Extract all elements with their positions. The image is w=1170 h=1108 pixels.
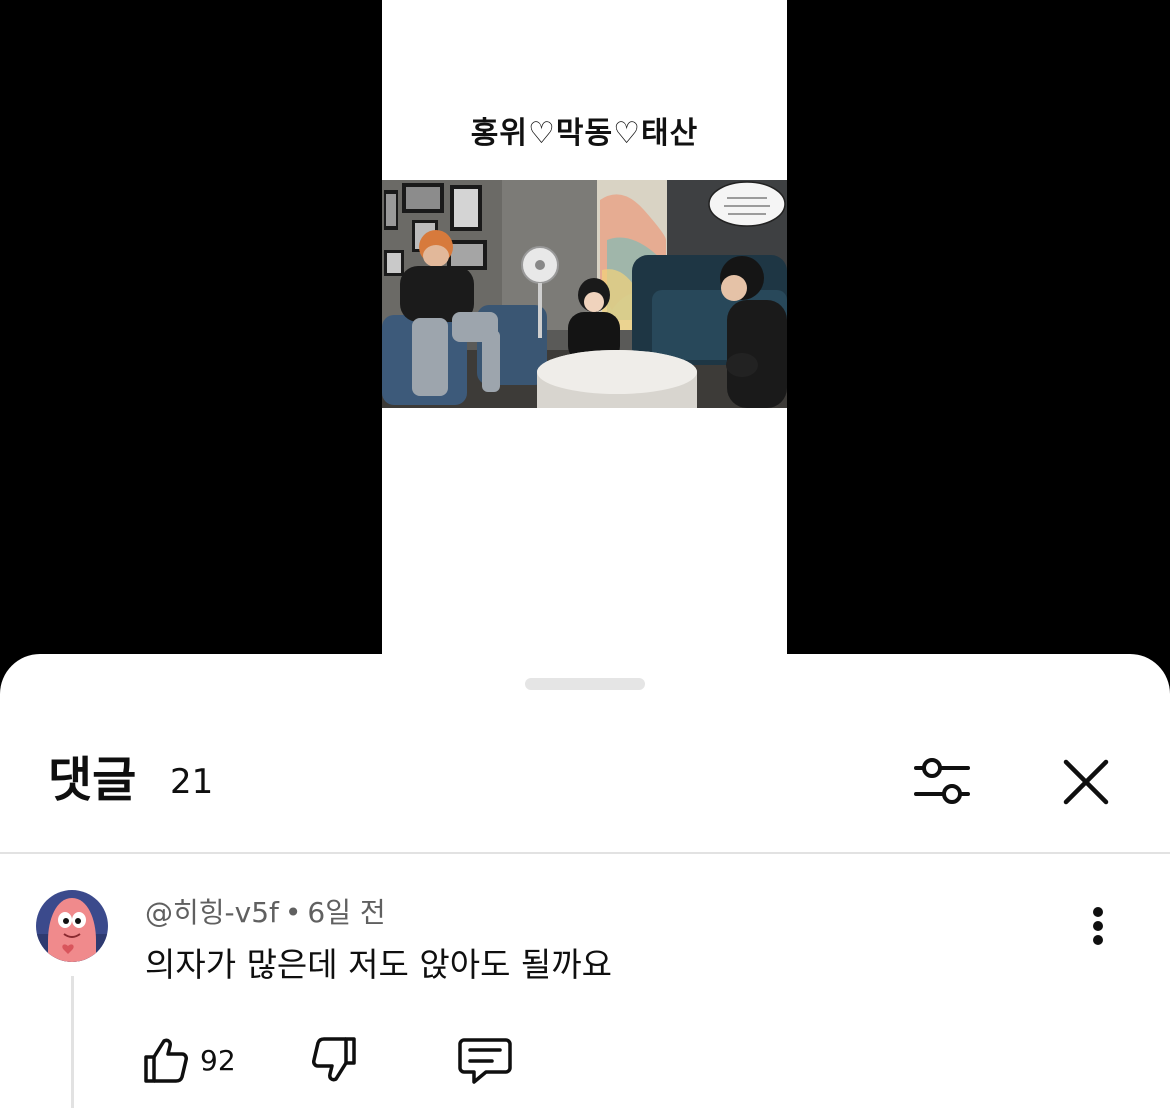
comments-count: 21 xyxy=(170,762,214,802)
like-button[interactable]: 92 xyxy=(140,1030,236,1090)
reply-comment-icon xyxy=(458,1038,512,1084)
like-count: 92 xyxy=(200,1043,236,1077)
comment-meta: @히힝-v5f • 6일 전 xyxy=(145,896,386,930)
close-icon xyxy=(1063,759,1109,805)
header-divider xyxy=(0,852,1170,854)
video-frame-image xyxy=(382,180,787,408)
comment-text: 의자가 많은데 저도 앉아도 될까요 xyxy=(145,945,612,984)
app-screen: 홍위♡막동♡태산 댓글 21 @히힝-v5f • 6일 전 의자가 많은데 저도… xyxy=(0,0,1170,1108)
thumbs-down-icon xyxy=(312,1037,356,1082)
more-options-button[interactable] xyxy=(1058,886,1138,966)
close-button[interactable] xyxy=(1046,742,1126,822)
meta-separator: • xyxy=(284,896,302,929)
video-player[interactable]: 홍위♡막동♡태산 xyxy=(382,0,787,660)
comment-time: 6일 전 xyxy=(307,896,386,929)
video-caption: 홍위♡막동♡태산 xyxy=(470,116,699,151)
sliders-icon xyxy=(914,758,970,804)
thread-line xyxy=(71,976,74,1108)
more-vertical-icon xyxy=(1093,907,1103,945)
filter-button[interactable] xyxy=(902,742,982,822)
comments-title: 댓글 xyxy=(48,752,137,808)
avatar[interactable] xyxy=(36,890,108,962)
reply-button[interactable] xyxy=(456,1030,514,1090)
thumbs-up-icon xyxy=(144,1038,188,1083)
dislike-button[interactable] xyxy=(310,1030,360,1090)
comment-author[interactable]: @히힝-v5f xyxy=(145,896,279,929)
comments-sheet: 댓글 21 @히힝-v5f • 6일 전 의자가 많은데 저도 앉아도 될까요 … xyxy=(0,654,1170,1108)
drag-handle[interactable] xyxy=(525,678,645,690)
